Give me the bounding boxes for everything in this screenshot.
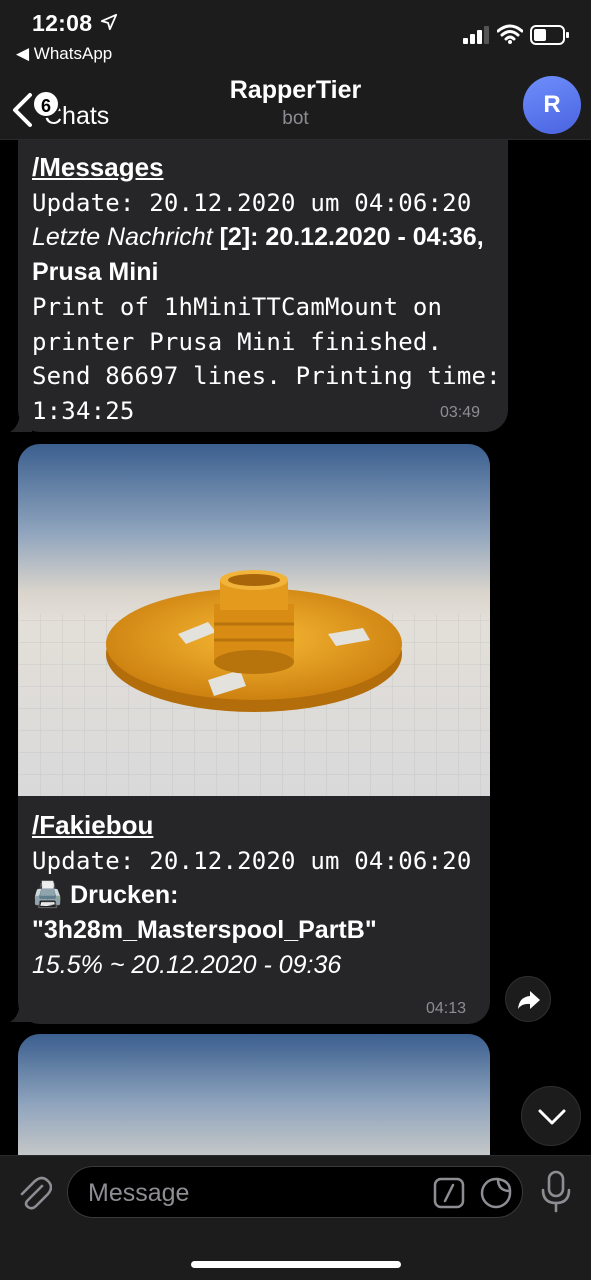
chat-header: Chats 6 RapperTier bot R xyxy=(0,70,591,140)
message-bubble[interactable]: /Messages Update: 20.12.2020 um 04:06:20… xyxy=(18,140,508,432)
print-preview-image[interactable] xyxy=(18,1034,490,1155)
microphone-icon[interactable] xyxy=(540,1170,572,1214)
print-preview-image[interactable] xyxy=(18,444,490,796)
paperclip-icon[interactable] xyxy=(16,1172,52,1212)
command-link[interactable]: /Fakiebou xyxy=(32,810,153,840)
print-progress: 15.5% ~ 20.12.2020 - 09:36 xyxy=(32,950,342,979)
update-line: Update: 20.12.2020 um 04:06:20 xyxy=(32,188,472,217)
message-time: 04:13 xyxy=(426,1000,467,1017)
status-time: 12:08 xyxy=(32,10,93,36)
message-placeholder: Message xyxy=(88,1179,190,1207)
command-link[interactable]: /Messages xyxy=(32,152,164,182)
message-input[interactable]: Message xyxy=(67,1166,523,1218)
printer-icon: 🖨️ xyxy=(32,881,64,910)
message-body: Print of 1hMiniTTCamMount on printer Pru… xyxy=(32,292,501,425)
last-message-label: Letzte Nachricht xyxy=(32,223,213,252)
print-file-name: "3h28m_Masterspool_PartB" xyxy=(32,916,377,945)
home-indicator xyxy=(191,1261,401,1268)
scroll-to-bottom-button[interactable] xyxy=(521,1086,581,1146)
location-arrow-icon xyxy=(100,13,118,31)
message-time: 03:49 xyxy=(440,404,481,421)
message-list[interactable]: /Messages Update: 20.12.2020 um 04:06:20… xyxy=(0,140,591,1155)
back-to-app-link[interactable]: ◀ WhatsApp xyxy=(16,44,112,64)
forward-button[interactable] xyxy=(505,976,551,1022)
chat-title[interactable]: RapperTier xyxy=(0,76,591,105)
sticker-icon[interactable] xyxy=(480,1177,512,1209)
chat-subtitle: bot xyxy=(282,108,309,129)
photo-message-bubble[interactable]: /Fakiebou Update: 20.12.2020 um 04:06:20… xyxy=(18,444,490,1024)
cellular-signal-icon xyxy=(463,26,489,44)
bubble-tail-icon xyxy=(10,1000,32,1022)
share-arrow-icon xyxy=(518,991,540,1009)
print-label: Drucken: xyxy=(70,881,179,910)
photo-message-bubble[interactable] xyxy=(18,1034,490,1155)
wifi-icon xyxy=(497,24,523,44)
bubble-tail-icon xyxy=(10,410,32,432)
bot-command-icon[interactable] xyxy=(433,1177,465,1209)
status-bar: 12:08 ◀ WhatsApp xyxy=(0,0,591,70)
battery-icon xyxy=(530,25,569,45)
avatar[interactable]: R xyxy=(523,76,581,134)
message-input-bar: Message xyxy=(0,1155,591,1280)
chevron-down-icon xyxy=(538,1109,566,1125)
update-line: Update: 20.12.2020 um 04:06:20 xyxy=(32,846,472,875)
